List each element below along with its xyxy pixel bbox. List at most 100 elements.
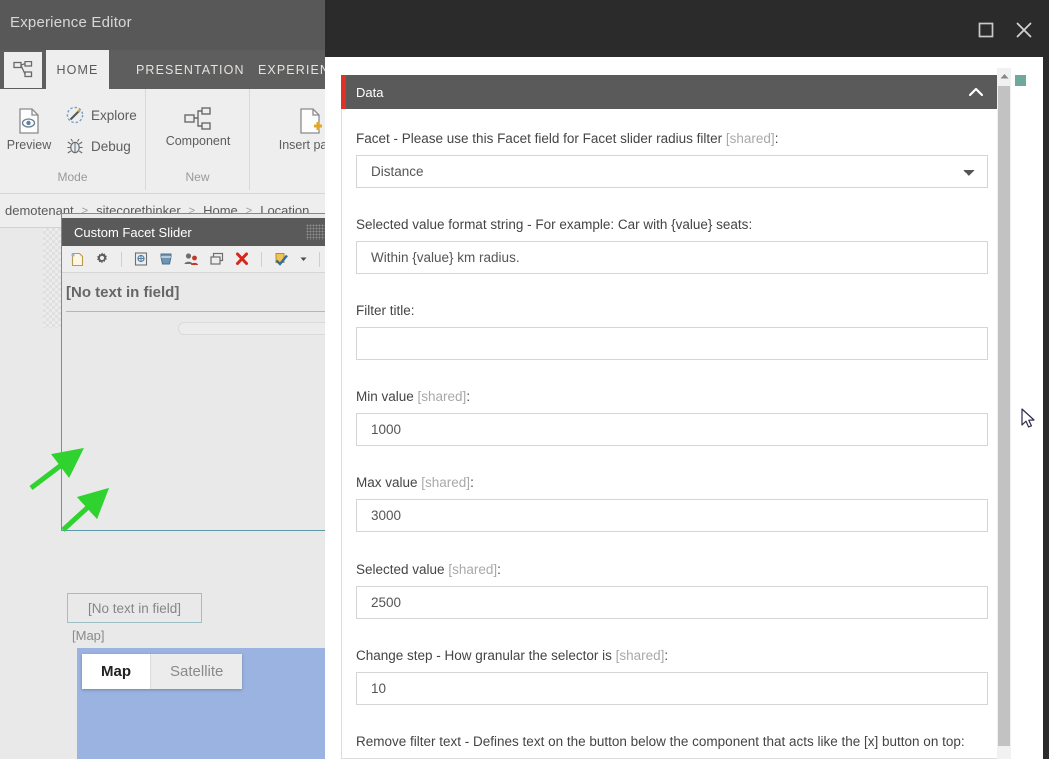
- change-step-input[interactable]: [356, 672, 988, 705]
- toolbar-separator: [261, 252, 262, 267]
- debug-button-label: Debug: [91, 139, 131, 154]
- toolbar-separator: [319, 252, 320, 267]
- field-change-step-label-text: Change step - How granular the selector …: [356, 648, 616, 663]
- selected-value-format-input[interactable]: [356, 241, 988, 274]
- field-filter-title-label: Filter title:: [356, 303, 988, 318]
- magic-wand-icon: [66, 106, 84, 124]
- component-toolbar: Wor: [62, 246, 360, 273]
- explore-button[interactable]: Explore: [66, 106, 137, 124]
- close-button[interactable]: [1011, 17, 1037, 43]
- personalization-audience-icon[interactable]: [183, 251, 200, 267]
- field-change-step-shared-tag: [shared]: [616, 648, 665, 663]
- min-value-input[interactable]: [356, 413, 988, 446]
- field-max-value: Max value [shared]:: [356, 475, 988, 532]
- field-facet-shared-tag: [shared]: [726, 131, 775, 146]
- status-marker: [1015, 75, 1026, 86]
- component-button-placeholder-label: [No text in field]: [88, 601, 181, 616]
- delete-red-x-icon[interactable]: [234, 251, 250, 267]
- screen-root: Experience Editor HOME PRESENTATION EXPE…: [0, 0, 1049, 759]
- field-max-value-label-text: Max value: [356, 475, 421, 490]
- selected-value-input[interactable]: [356, 586, 988, 619]
- map-type-toggle: Map Satellite: [82, 654, 242, 689]
- component-header-bar[interactable]: Custom Facet Slider: [62, 218, 360, 246]
- personalize-icon[interactable]: [133, 251, 149, 267]
- field-facet-suffix: :: [775, 131, 779, 146]
- toolbar-separator: [121, 252, 122, 267]
- field-filter-title: Filter title:: [356, 303, 988, 360]
- ribbon-group-new-label: New: [146, 170, 249, 184]
- preview-button-label: Preview: [7, 138, 51, 152]
- field-filter-title-suffix: :: [411, 303, 415, 318]
- new-item-icon[interactable]: [69, 251, 85, 267]
- field-max-value-shared-tag: [shared]: [421, 475, 470, 490]
- field-selected-value-format-label-text: Selected value format string - For examp…: [356, 217, 748, 232]
- debug-button[interactable]: Debug: [66, 137, 131, 155]
- field-underline: [66, 311, 360, 312]
- field-selected-value: Selected value [shared]:: [356, 562, 988, 619]
- chevron-up-icon[interactable]: [967, 83, 985, 106]
- section-accent-bar: [341, 75, 346, 109]
- scroll-up-arrow-button[interactable]: [997, 68, 1011, 84]
- field-selected-value-format: Selected value format string - For examp…: [356, 217, 988, 274]
- field-facet-label-text: Facet - Please use this Facet field for …: [356, 131, 726, 146]
- field-facet-label: Facet - Please use this Facet field for …: [356, 131, 988, 146]
- map-placeholder-label: [Map]: [72, 628, 105, 643]
- dialog-body: Data Facet - Please use this Facet field…: [325, 57, 1044, 759]
- dialog-titlebar: [325, 0, 1044, 57]
- field-facet: Facet - Please use this Facet field for …: [356, 131, 988, 188]
- component-field-placeholder[interactable]: [No text in field]: [66, 284, 179, 301]
- field-max-value-label: Max value [shared]:: [356, 475, 988, 490]
- component-button[interactable]: Component: [166, 107, 230, 148]
- field-change-step: Change step - How granular the selector …: [356, 648, 988, 705]
- map-area[interactable]: Map Satellite: [77, 648, 327, 759]
- field-filter-title-label-text: Filter title: [356, 303, 411, 318]
- field-min-value: Min value [shared]:: [356, 389, 988, 446]
- preview-button[interactable]: Preview: [0, 107, 58, 152]
- field-selected-value-suffix: :: [497, 562, 501, 577]
- field-min-value-suffix: :: [466, 389, 470, 404]
- sitemap-icon: [13, 61, 33, 79]
- maximize-button[interactable]: [973, 17, 999, 43]
- map-toggle-map[interactable]: Map: [82, 654, 150, 689]
- mouse-cursor: [1021, 408, 1037, 430]
- workflow-dropdown-chevron-icon[interactable]: [299, 251, 308, 267]
- component-button-placeholder[interactable]: [No text in field]: [67, 593, 202, 623]
- explore-button-label: Explore: [91, 108, 137, 123]
- insert-page-icon: [297, 107, 323, 135]
- section-header-data[interactable]: Data: [341, 75, 999, 109]
- maximize-icon: [977, 21, 995, 39]
- workflow-check-icon[interactable]: [273, 251, 290, 267]
- preview-page-eye-icon: [16, 107, 42, 135]
- edit-component-properties-gear-icon[interactable]: [94, 251, 110, 267]
- component-button-label: Component: [166, 134, 231, 148]
- test-bucket-icon[interactable]: [158, 251, 174, 267]
- tab-home[interactable]: HOME: [46, 50, 109, 89]
- field-selected-value-label-text: Selected value: [356, 562, 448, 577]
- component-properties-dialog: Data Facet - Please use this Facet field…: [325, 0, 1044, 759]
- max-value-input[interactable]: [356, 499, 988, 532]
- tab-home-label: HOME: [57, 63, 99, 77]
- map-toggle-satellite[interactable]: Satellite: [151, 654, 242, 689]
- close-icon: [1014, 20, 1034, 40]
- dialog-scrollbar-thumb[interactable]: [998, 86, 1010, 746]
- sitemap-icon: [184, 107, 212, 131]
- bug-icon: [66, 137, 84, 155]
- chevron-up-icon: [1000, 73, 1009, 80]
- filter-title-input[interactable]: [356, 327, 988, 360]
- field-selected-value-label: Selected value [shared]:: [356, 562, 988, 577]
- field-change-step-suffix: :: [664, 648, 668, 663]
- field-change-step-label: Change step - How granular the selector …: [356, 648, 988, 663]
- field-min-value-label-text: Min value: [356, 389, 418, 404]
- field-selected-value-format-suffix: :: [748, 217, 752, 232]
- section-title: Data: [356, 85, 383, 100]
- field-selected-value-shared-tag: [shared]: [448, 562, 497, 577]
- right-edge-strip: [1043, 0, 1049, 759]
- duplicate-window-icon[interactable]: [209, 251, 225, 267]
- remove-filter-text-label: Remove filter text - Defines text on the…: [356, 734, 965, 749]
- tab-presentation-label: PRESENTATION: [136, 63, 245, 77]
- sitemap-icon-button[interactable]: [4, 52, 42, 88]
- app-title: Experience Editor: [10, 14, 132, 31]
- field-max-value-suffix: :: [470, 475, 474, 490]
- ribbon-group-mode-label: Mode: [0, 170, 145, 184]
- facet-field-select[interactable]: Distance: [356, 155, 988, 188]
